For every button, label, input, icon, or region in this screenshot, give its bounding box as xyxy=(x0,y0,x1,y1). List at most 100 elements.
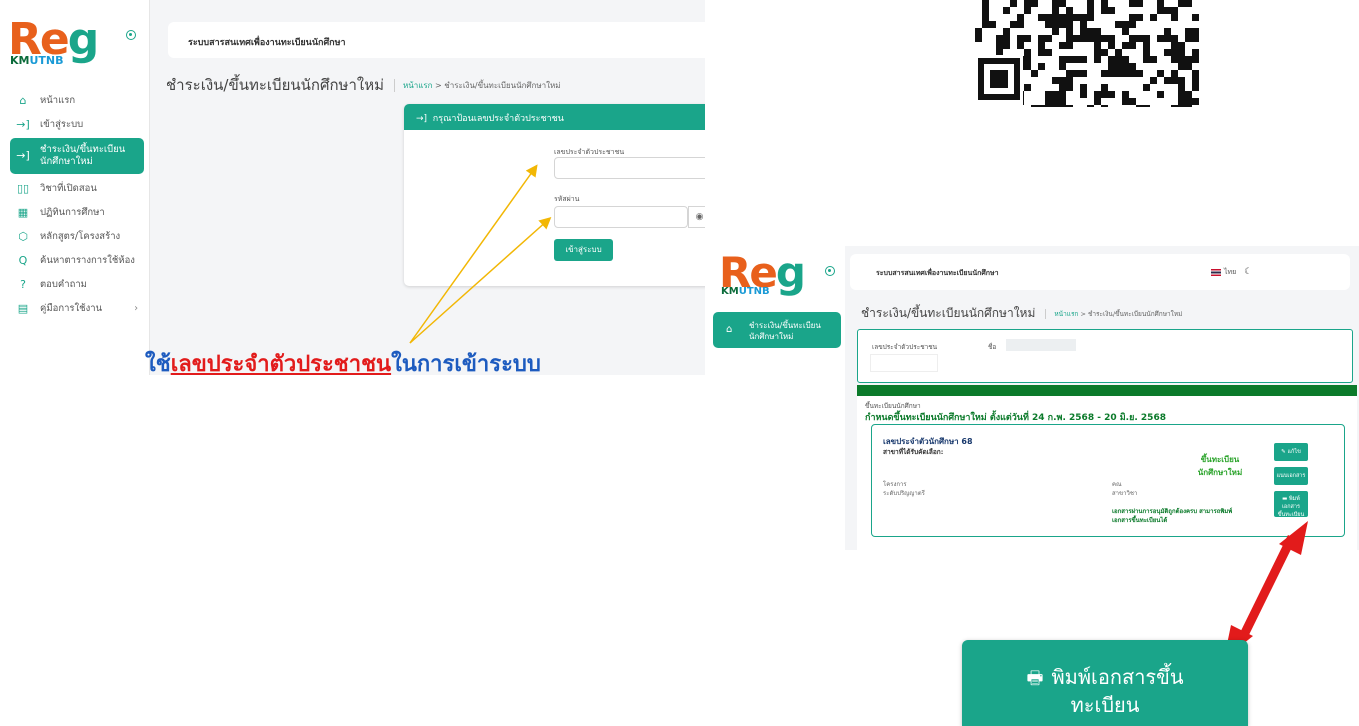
qr-module xyxy=(1080,14,1087,21)
qr-module xyxy=(1052,98,1059,105)
qr-module xyxy=(1059,84,1066,91)
qr-module xyxy=(1080,91,1087,98)
register-status: ขึ้นทะเบียน นักศึกษาใหม่ xyxy=(1184,453,1256,479)
qr-module xyxy=(1171,56,1178,63)
qr-module xyxy=(1164,77,1171,84)
qr-module xyxy=(996,35,1003,42)
print-documents-button[interactable]: ▬ พิมพ์เอกสาร ขึ้นทะเบียน xyxy=(1274,491,1308,518)
qr-module xyxy=(1122,63,1129,70)
qr-module xyxy=(1171,49,1178,56)
qr-module xyxy=(1122,28,1129,35)
login-button[interactable]: เข้าสู่ระบบ xyxy=(554,239,613,261)
show-password-eye-icon[interactable]: ◉ xyxy=(688,206,705,228)
attach-documents-button[interactable]: แนบเอกสาร xyxy=(1274,467,1308,485)
qr-module xyxy=(1059,14,1066,21)
sidebar-item-7[interactable]: ? ตอบคำถาม xyxy=(10,272,144,296)
qr-module xyxy=(1192,56,1199,63)
qr-module xyxy=(1185,98,1192,105)
page-header: ชำระเงิน/ขึ้นทะเบียนนักศึกษาใหม่ หน้าแรก… xyxy=(166,73,561,97)
qr-module xyxy=(1087,105,1094,107)
qr-module xyxy=(1122,56,1129,63)
thai-flag-icon xyxy=(1211,268,1221,276)
qr-module xyxy=(1101,7,1108,14)
qr-module xyxy=(1052,21,1059,28)
qr-module xyxy=(1017,21,1024,28)
qr-module xyxy=(1087,14,1094,21)
collapse-sidebar-icon[interactable] xyxy=(825,266,835,276)
sidebar-item-icon: ⌂ xyxy=(19,93,27,107)
password-input[interactable] xyxy=(554,206,688,228)
instruction-text: ใช้เลขประจำตัวประชาชนในการเข้าระบบ xyxy=(145,346,541,381)
sidebar-item-0[interactable]: ⌂ หน้าแรก xyxy=(10,88,144,112)
sidebar-item-label-wrap: ชำระเงิน/ขึ้นทะเบียน นักศึกษาใหม่ xyxy=(40,144,125,168)
qr-module xyxy=(1094,49,1101,56)
qr-module xyxy=(1136,70,1143,77)
edit-profile-button[interactable]: ✎ แก้ไขประวัติ xyxy=(1274,443,1308,473)
qr-module xyxy=(1157,7,1164,14)
dark-mode-icon[interactable]: ☾ xyxy=(1244,267,1252,277)
sidebar-item-3[interactable]: ▯▯ วิชาที่เปิดสอน xyxy=(10,176,144,200)
sidebar-item-5[interactable]: ⬡ หลักสูตร/โครงสร้าง xyxy=(10,224,144,248)
collapse-sidebar-icon[interactable] xyxy=(126,30,136,40)
qr-module xyxy=(1038,63,1045,70)
sidebar-item-new-student-register[interactable]: ⌂ ชำระเงิน/ขึ้นทะเบียน นักศึกษาใหม่ xyxy=(713,312,841,348)
print-registration-button-zoomed[interactable]: 🖶 พิมพ์เอกสารขึ้น ทะเบียน xyxy=(962,640,1248,726)
name-label: ชื่อ xyxy=(988,343,997,351)
level-label: ระดับปริญญาตรี xyxy=(883,490,925,497)
qr-module xyxy=(1129,21,1136,28)
qr-module xyxy=(1052,91,1059,98)
instruction-suffix: ในการเข้าระบบ xyxy=(391,352,541,377)
qr-module xyxy=(982,7,989,14)
qr-module xyxy=(1066,35,1073,42)
qr-module xyxy=(1045,49,1052,56)
sidebar-item-4[interactable]: ▦ ปฏิทินการศึกษา xyxy=(10,200,144,224)
qr-module xyxy=(1059,63,1066,70)
breadcrumb-home[interactable]: หน้าแรก xyxy=(1054,310,1078,318)
qr-module xyxy=(1003,7,1010,14)
qr-module xyxy=(1129,0,1136,7)
qr-module xyxy=(1066,84,1073,91)
breadcrumb-home[interactable]: หน้าแรก xyxy=(403,81,433,90)
qr-module xyxy=(1066,105,1073,107)
qr-module xyxy=(1038,14,1045,21)
register-status-line2: นักศึกษาใหม่ xyxy=(1197,468,1243,477)
sidebar: Reg KMUTNB ⌂ ชำระเงิน/ขึ้นทะเบียน นักศึก… xyxy=(705,246,845,550)
sidebar-item-1[interactable]: →] เข้าสู่ระบบ xyxy=(10,112,144,136)
qr-code xyxy=(975,0,1199,107)
sidebar-item-6[interactable]: Q ค้นหาตารางการใช้ห้อง xyxy=(10,248,144,272)
qr-module xyxy=(1003,35,1010,42)
qr-module xyxy=(1185,0,1192,7)
id-input[interactable] xyxy=(554,157,705,179)
sidebar-item-label: หลักสูตร/โครงสร้าง xyxy=(40,230,121,242)
qr-module xyxy=(1115,56,1122,63)
qr-module xyxy=(1017,42,1024,49)
qr-module xyxy=(1192,98,1199,105)
sidebar-item-label: ตอบคำถาม xyxy=(40,278,87,290)
qr-module xyxy=(1052,0,1059,7)
sidebar-item-8[interactable]: ▤ คู่มือการใช้งาน › xyxy=(10,296,144,320)
system-title: ระบบสารสนเทศเพื่องานทะเบียนนักศึกษา xyxy=(188,38,346,48)
sidebar-item-2[interactable]: →] ชำระเงิน/ขึ้นทะเบียน นักศึกษาใหม่ xyxy=(10,138,144,174)
qr-module xyxy=(1150,77,1157,84)
login-card: →] กรุณาป้อนเลขประจำตัวประชาชน เลขประจำต… xyxy=(404,104,705,286)
qr-module xyxy=(1038,35,1045,42)
qr-module xyxy=(1143,42,1150,49)
qr-module xyxy=(1059,21,1066,28)
qr-module xyxy=(1094,35,1101,42)
qr-module xyxy=(975,35,982,42)
qr-module xyxy=(1178,91,1185,98)
qr-module xyxy=(1073,56,1080,63)
qr-module xyxy=(1122,70,1129,77)
qr-module xyxy=(1171,70,1178,77)
qr-module xyxy=(1080,35,1087,42)
reg-logo: Reg KMUTNB xyxy=(8,14,99,68)
qr-module xyxy=(1122,98,1129,105)
qr-module xyxy=(1045,105,1052,107)
page-title: ชำระเงิน/ขึ้นทะเบียนนักศึกษาใหม่ xyxy=(166,76,384,94)
qr-module xyxy=(1136,35,1143,42)
qr-module xyxy=(1094,56,1101,63)
qr-module xyxy=(1094,28,1101,35)
qr-module xyxy=(1136,0,1143,7)
language-switch[interactable]: ไทย ☾ xyxy=(1211,267,1252,278)
qr-module xyxy=(1178,42,1185,49)
